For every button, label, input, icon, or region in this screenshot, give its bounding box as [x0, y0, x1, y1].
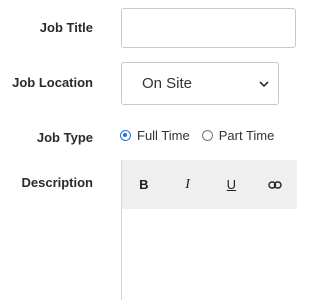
editor-toolbar: B I U [122, 160, 297, 209]
radio-full-time-label: Full Time [137, 128, 190, 143]
underline-button[interactable]: U [210, 177, 254, 192]
description-label: Description [21, 175, 93, 190]
chevron-down-icon [259, 80, 269, 87]
radio-unchecked-icon[interactable] [201, 130, 213, 141]
job-type-label: Job Type [36, 130, 93, 145]
radio-full-time[interactable]: Full Time [120, 128, 190, 143]
job-title-input[interactable] [121, 8, 296, 48]
job-location-label: Job Location [12, 75, 93, 90]
bold-button[interactable]: B [122, 177, 166, 192]
link-button[interactable] [253, 180, 297, 190]
italic-button[interactable]: I [166, 177, 210, 193]
radio-checked-icon[interactable] [120, 130, 131, 141]
description-textarea[interactable] [122, 209, 297, 300]
job-location-selected-value: On Site [142, 75, 193, 92]
description-editor: B I U [121, 160, 297, 300]
radio-part-time-label: Part Time [218, 128, 275, 143]
radio-part-time[interactable]: Part Time [201, 128, 275, 143]
job-type-radio-group: Full Time Part Time [120, 128, 286, 143]
job-title-label: Job Title [39, 20, 93, 35]
link-icon [268, 180, 282, 189]
job-location-select[interactable]: On Site [121, 62, 279, 105]
